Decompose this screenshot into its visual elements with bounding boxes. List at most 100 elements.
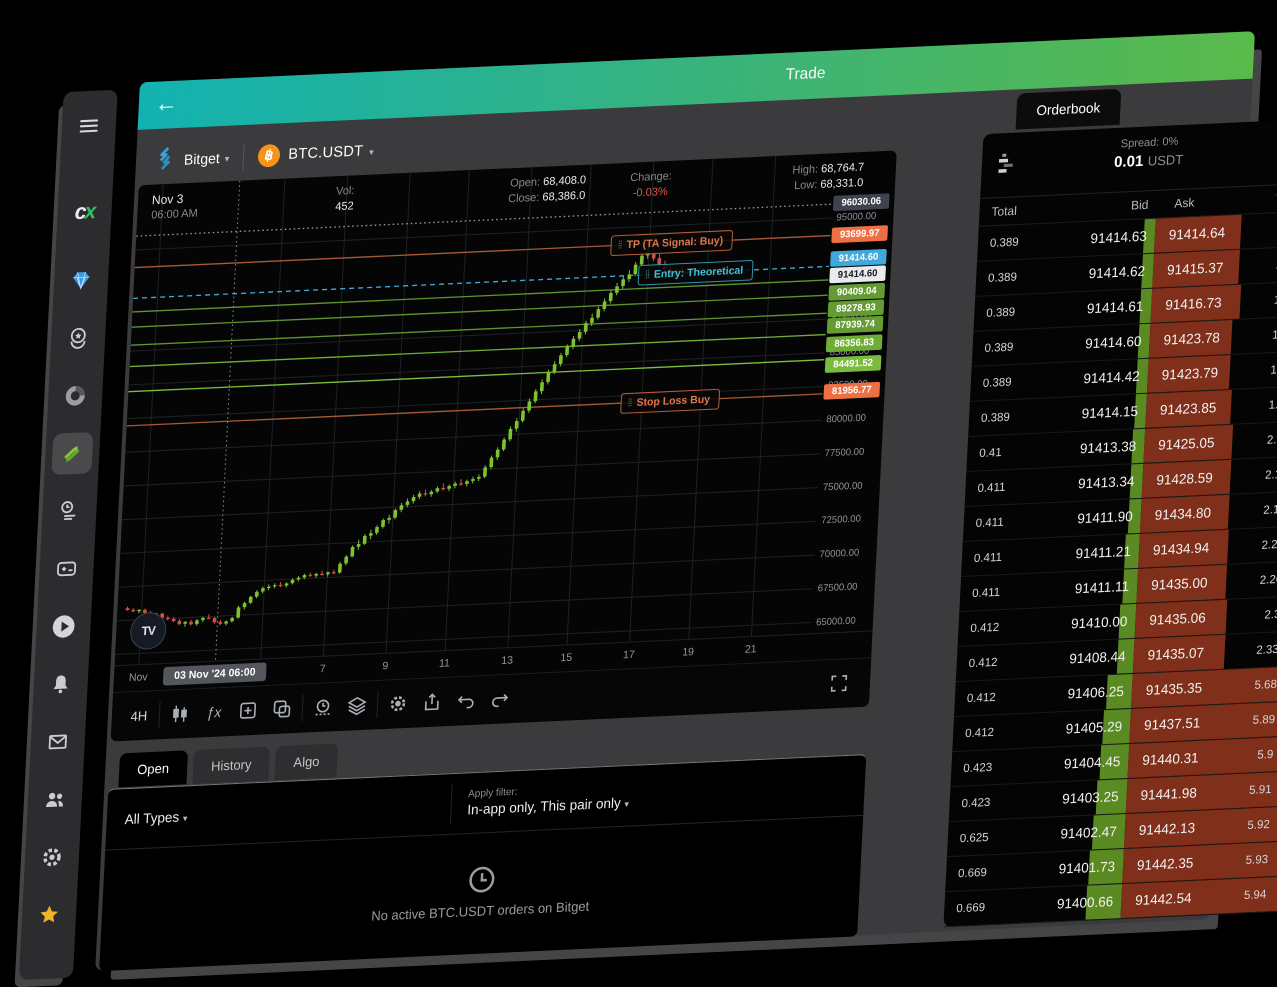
indicators-fx-icon[interactable]: ƒx	[196, 696, 232, 728]
col-total-bid: Total	[979, 202, 1048, 220]
share-icon[interactable]	[414, 686, 450, 718]
col-bid: Bid	[1048, 197, 1149, 216]
mail-icon[interactable]	[37, 720, 79, 763]
time-tick: 13	[501, 654, 513, 667]
rewards-coin-icon[interactable]	[57, 317, 99, 360]
users-icon[interactable]	[34, 778, 76, 821]
spread-value: 0.01	[1114, 152, 1144, 171]
time-tick: 15	[560, 651, 572, 664]
main-window: ← Trade Bitget ▾ ฿ BTC.USDT ▾	[95, 31, 1255, 970]
price-tick: 77500.00	[824, 446, 864, 459]
price-level-label: 93699.97	[831, 225, 888, 243]
redo-icon[interactable]	[482, 683, 518, 715]
orders-tab-algo[interactable]: Algo	[275, 743, 339, 780]
price-tick: 67500.00	[818, 581, 858, 594]
crosshair-time-tooltip: 03 Nov '24 06:00	[163, 662, 267, 685]
exchange-selector[interactable]: Bitget ▾	[139, 135, 245, 183]
price-tick: 95000.00	[836, 210, 876, 223]
price-tick: 75000.00	[823, 480, 863, 493]
interval-button[interactable]: 4H	[121, 699, 157, 731]
adjust-card-icon[interactable]	[46, 547, 88, 590]
chevron-down-icon: ▾	[624, 799, 629, 810]
exchange-name: Bitget	[184, 150, 221, 168]
orderbook-tab[interactable]: Orderbook	[1016, 89, 1122, 130]
price-level-label: 90409.04	[828, 283, 885, 301]
price-tick: 72500.00	[821, 514, 861, 527]
fullscreen-icon[interactable]	[821, 667, 857, 699]
change-value: -0.03%	[615, 184, 686, 203]
apply-filter-dropdown[interactable]: Apply filter: In-app only, This pair onl…	[451, 781, 630, 818]
price-tick: 65000.00	[816, 615, 856, 628]
high-value: 68,764.7	[821, 161, 864, 175]
app-logo[interactable]: cx	[64, 191, 106, 234]
low-label: Low:	[794, 179, 818, 192]
star-icon[interactable]	[28, 893, 70, 936]
chart-card: Nov 3 06:00 AM Vol: 452 Open: 68,408.0 C…	[111, 150, 897, 741]
order-history-icon[interactable]	[48, 490, 90, 533]
price-level-label: 84491.52	[825, 355, 882, 373]
play-icon[interactable]	[43, 605, 85, 648]
price-level-label: 86356.83	[826, 334, 883, 352]
spread-unit: USDT	[1147, 152, 1183, 169]
col-ask: Ask	[1148, 192, 1268, 212]
vol-label: Vol:	[336, 184, 355, 200]
price-level-label: 89278.93	[827, 299, 884, 317]
hover-time: 06:00 AM	[151, 206, 198, 224]
btc-icon: ฿	[256, 143, 283, 169]
price-tick: 70000.00	[819, 547, 859, 560]
price-level-label: 91414.60	[830, 249, 887, 267]
orders-tab-open[interactable]: Open	[118, 750, 188, 787]
time-tick: 21	[745, 643, 757, 656]
trade-arrows-icon[interactable]	[51, 432, 93, 475]
settings-gear-icon[interactable]	[380, 687, 416, 719]
compare-icon[interactable]	[264, 693, 300, 725]
pair-name: BTC.USDT	[288, 143, 364, 163]
bar-replay-icon[interactable]	[305, 691, 341, 723]
price-tick: 80000.00	[826, 413, 866, 426]
diamond-icon[interactable]	[60, 259, 102, 302]
menu-icon[interactable]	[68, 104, 110, 147]
orderbook-rows: 0.38991414.6391414.641.740.38991414.6291…	[943, 211, 1277, 927]
vol-value: 452	[335, 199, 354, 215]
close-label: Close:	[508, 192, 540, 206]
pair-selector[interactable]: ฿ BTC.USDT ▾	[243, 129, 389, 179]
open-value: 68,408.0	[543, 174, 586, 188]
back-arrow-icon[interactable]: ←	[154, 89, 178, 118]
layers-icon[interactable]	[339, 689, 375, 721]
high-label: High:	[792, 163, 818, 177]
price-level-label: 87939.74	[827, 316, 884, 334]
page-title: Trade	[785, 64, 826, 84]
donut-chart-icon[interactable]	[54, 374, 96, 417]
type-filter-dropdown[interactable]: All Types ▾	[106, 796, 451, 827]
undo-icon[interactable]	[448, 684, 484, 716]
expand-chart-icon[interactable]	[230, 694, 266, 726]
col-total-ask: Total	[1268, 190, 1277, 207]
low-value: 68,331.0	[820, 177, 863, 191]
time-tick: 19	[682, 646, 694, 659]
orderbook-panel: Spread: 0% 0.01 USDT Total Bid Ask Total…	[943, 119, 1277, 927]
price-level-label: 81956.77	[823, 382, 880, 400]
gear-icon[interactable]	[31, 836, 73, 879]
price-level-label: 96030.06	[833, 193, 890, 211]
bell-icon[interactable]	[40, 663, 82, 706]
candle-style-icon[interactable]	[162, 697, 198, 729]
time-tick: 9	[382, 660, 388, 673]
chevron-down-icon: ▾	[369, 146, 374, 158]
price-chart[interactable]: Nov 3 06:00 AM Vol: 452 Open: 68,408.0 C…	[115, 153, 835, 665]
orders-panel: All Types ▾ Apply filter: In-app only, T…	[99, 754, 866, 971]
empty-state-text: No active BTC.USDT orders on Bitget	[371, 898, 590, 923]
clock-icon	[466, 863, 498, 895]
orderbook-header: Spread: 0% 0.01 USDT	[980, 119, 1277, 199]
time-tick: Nov	[129, 671, 148, 684]
open-label: Open:	[510, 176, 541, 190]
orders-tab-history[interactable]: History	[192, 747, 270, 785]
app-window: cx	[19, 31, 1265, 987]
close-value: 68,386.0	[542, 189, 585, 203]
time-tick: 7	[319, 663, 325, 676]
time-tick: 17	[623, 649, 635, 662]
bitget-logo-icon	[153, 145, 177, 176]
chevron-down-icon: ▾	[183, 812, 188, 823]
spread-info: Spread: 0% 0.01 USDT	[981, 129, 1277, 178]
time-tick: 11	[439, 657, 451, 670]
price-level-label: 91414.60	[829, 265, 886, 283]
